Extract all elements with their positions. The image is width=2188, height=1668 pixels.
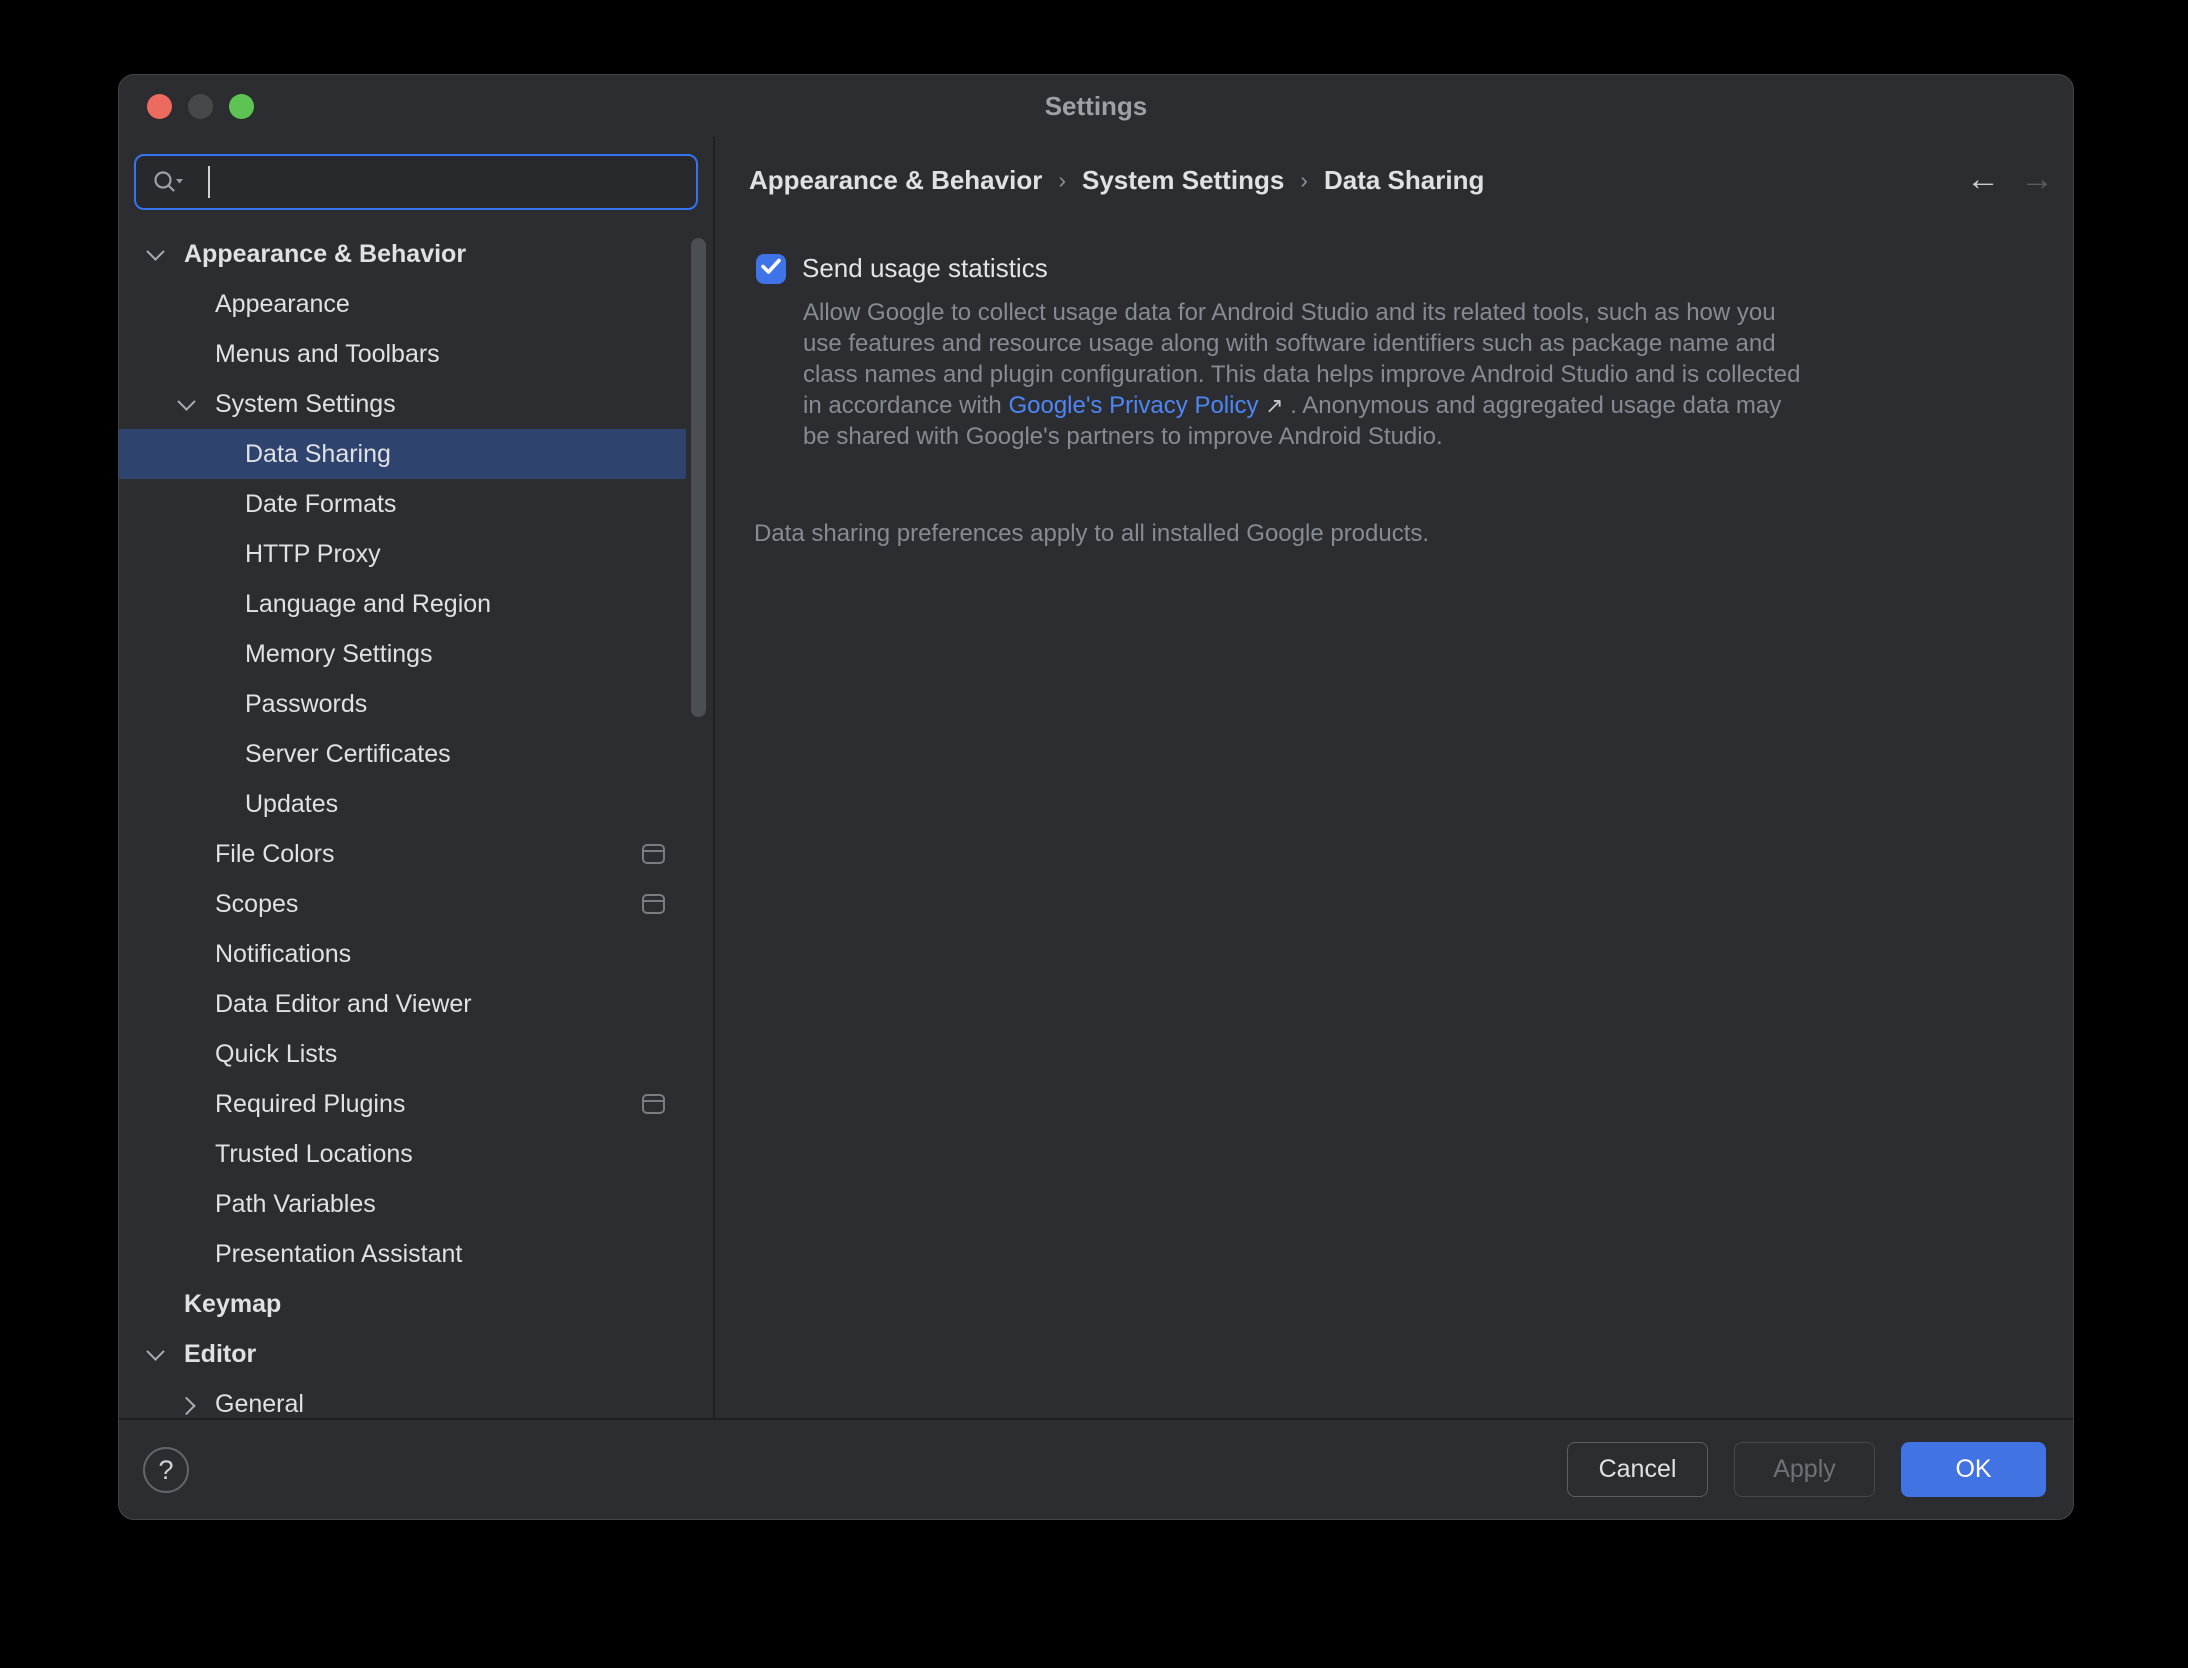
settings-pane-icon [642,844,665,864]
sidebar-item-required-plugins[interactable]: Required Plugins [119,1079,686,1129]
settings-content-pane: Appearance & Behavior › System Settings › Da… [715,137,2073,1418]
sidebar-item-label: Memory Settings [245,640,433,669]
settings-tree: Appearance & Behavior Appearance Menus a… [119,229,713,1418]
privacy-policy-link[interactable]: Google's Privacy Policy [1008,392,1258,419]
breadcrumb-item-1[interactable]: Appearance & Behavior [749,165,1042,196]
breadcrumb-separator: › [1300,167,1308,194]
sidebar-item-server-certificates[interactable]: Server Certificates [119,729,686,779]
sidebar-item-label: Presentation Assistant [215,1240,462,1269]
titlebar: Settings [119,75,2073,137]
sidebar-item-scopes[interactable]: Scopes [119,879,686,929]
chevron-icon[interactable] [177,392,195,410]
sidebar-item-label: Data Sharing [245,440,391,469]
history-nav: ← → [1963,159,2057,199]
sidebar-scrollbar-thumb[interactable] [691,238,706,717]
send-usage-statistics-checkbox[interactable] [756,254,786,284]
help-button[interactable]: ? [143,1447,189,1493]
sidebar-item-appearance-behavior[interactable]: Appearance & Behavior [119,229,686,279]
sidebar-item-passwords[interactable]: Passwords [119,679,686,729]
sidebar-item-label: Server Certificates [245,740,451,769]
sidebar-item-editor[interactable]: Editor [119,1329,686,1379]
sidebar-item-path-variables[interactable]: Path Variables [119,1179,686,1229]
forward-arrow-icon[interactable]: → [2017,159,2057,199]
sidebar-item-language-and-region[interactable]: Language and Region [119,579,686,629]
sidebar-item-label: Appearance & Behavior [184,240,466,269]
sidebar-item-file-colors[interactable]: File Colors [119,829,686,879]
sidebar-item-http-proxy[interactable]: HTTP Proxy [119,529,686,579]
sidebar-item-data-sharing[interactable]: Data Sharing [119,429,686,479]
usage-statistics-description: Allow Google to collect usage data for A… [803,297,1803,452]
data-sharing-note: Data sharing preferences apply to all in… [754,520,1429,548]
sidebar-item-label: Language and Region [245,590,491,619]
breadcrumb: Appearance & Behavior › System Settings › Da… [749,165,1484,196]
settings-window: Settings Appearance & Behavior [118,74,2074,1520]
sidebar-item-updates[interactable]: Updates [119,779,686,829]
sidebar-item-label: Passwords [245,690,367,719]
back-arrow-icon[interactable]: ← [1963,159,2003,199]
text-caret [208,166,210,198]
sidebar-item-label: Quick Lists [215,1040,337,1069]
checkmark-icon [756,251,786,286]
sidebar-item-label: System Settings [215,390,396,419]
sidebar-item-system-settings[interactable]: System Settings [119,379,686,429]
sidebar-item-quick-lists[interactable]: Quick Lists [119,1029,686,1079]
question-mark-icon: ? [158,1455,173,1486]
sidebar-item-label: Data Editor and Viewer [215,990,472,1019]
sidebar-item-trusted-locations[interactable]: Trusted Locations [119,1129,686,1179]
sidebar-item-label: Keymap [184,1290,281,1319]
settings-pane-icon [642,1094,665,1114]
sidebar-item-appearance[interactable]: Appearance [119,279,686,329]
send-usage-statistics-label: Send usage statistics [802,253,1048,284]
sidebar-item-label: Date Formats [245,490,396,519]
sidebar-item-label: File Colors [215,840,334,869]
sidebar-item-label: Notifications [215,940,351,969]
chevron-icon[interactable] [146,242,164,260]
dialog-footer: ? Cancel Apply OK [119,1418,2073,1519]
sidebar-item-keymap[interactable]: Keymap [119,1279,686,1329]
sidebar-item-label: HTTP Proxy [245,540,381,569]
sidebar-item-label: Appearance [215,290,350,319]
sidebar-item-label: General [215,1390,304,1419]
breadcrumb-item-2[interactable]: System Settings [1082,165,1284,196]
ok-button[interactable]: OK [1901,1442,2046,1497]
sidebar-item-notifications[interactable]: Notifications [119,929,686,979]
breadcrumb-separator: › [1058,167,1066,194]
search-box[interactable] [134,154,698,210]
sidebar-item-date-formats[interactable]: Date Formats [119,479,686,529]
settings-pane-icon [642,894,665,914]
sidebar-item-label: Editor [184,1340,256,1369]
sidebar-item-label: Menus and Toolbars [215,340,440,369]
window-title: Settings [119,91,2073,122]
search-icon[interactable] [152,169,186,195]
sidebar-item-presentation-assistant[interactable]: Presentation Assistant [119,1229,686,1279]
search-input[interactable] [216,168,696,197]
settings-sidebar: Appearance & Behavior Appearance Menus a… [119,137,713,1418]
chevron-icon[interactable] [146,1342,164,1360]
sidebar-item-label: Required Plugins [215,1090,405,1119]
sidebar-item-general[interactable]: General [119,1379,686,1418]
external-link-icon: ↗ [1265,393,1283,418]
sidebar-item-label: Updates [245,790,338,819]
sidebar-item-label: Path Variables [215,1190,376,1219]
sidebar-item-label: Trusted Locations [215,1140,413,1169]
chevron-icon[interactable] [177,1396,195,1414]
breadcrumb-item-3[interactable]: Data Sharing [1324,165,1484,196]
cancel-button[interactable]: Cancel [1567,1442,1708,1497]
sidebar-item-data-editor-and-viewer[interactable]: Data Editor and Viewer [119,979,686,1029]
sidebar-item-memory-settings[interactable]: Memory Settings [119,629,686,679]
apply-button[interactable]: Apply [1734,1442,1875,1497]
sidebar-item-menus-and-toolbars[interactable]: Menus and Toolbars [119,329,686,379]
sidebar-item-label: Scopes [215,890,298,919]
